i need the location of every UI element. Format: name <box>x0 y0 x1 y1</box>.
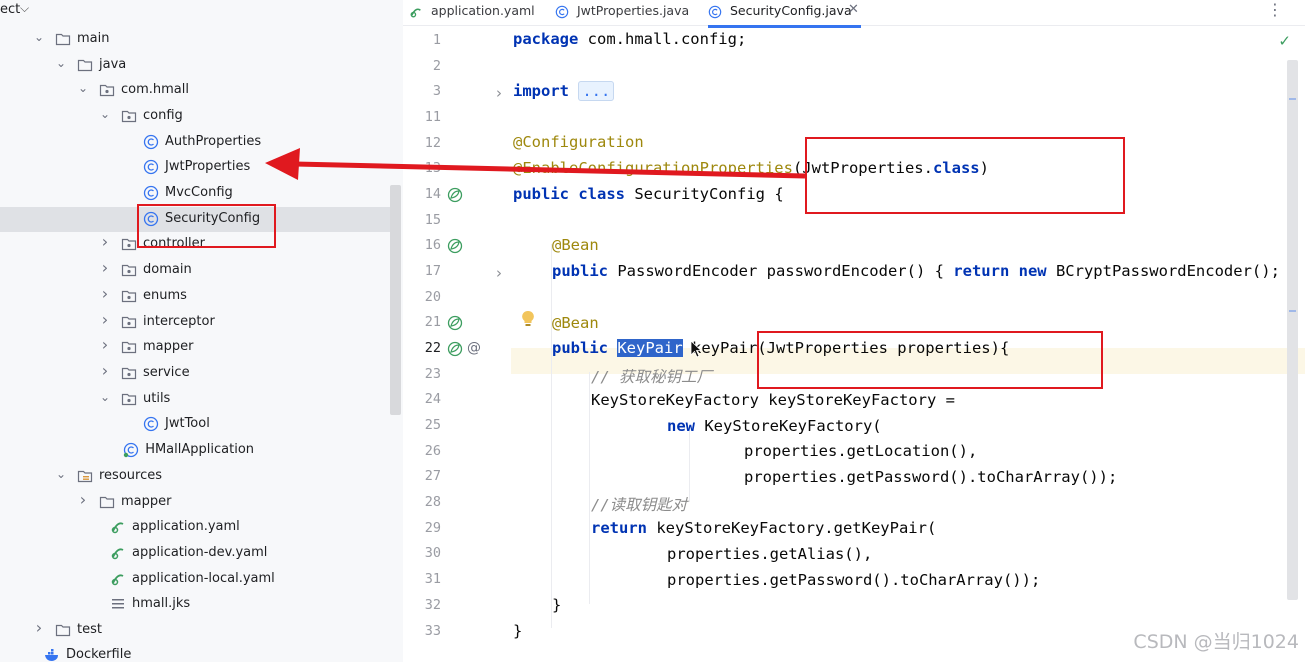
mouse-cursor-icon <box>690 340 702 358</box>
watermark: CSDN @当归1024 <box>1133 631 1299 653</box>
annotation-arrow <box>265 148 806 180</box>
